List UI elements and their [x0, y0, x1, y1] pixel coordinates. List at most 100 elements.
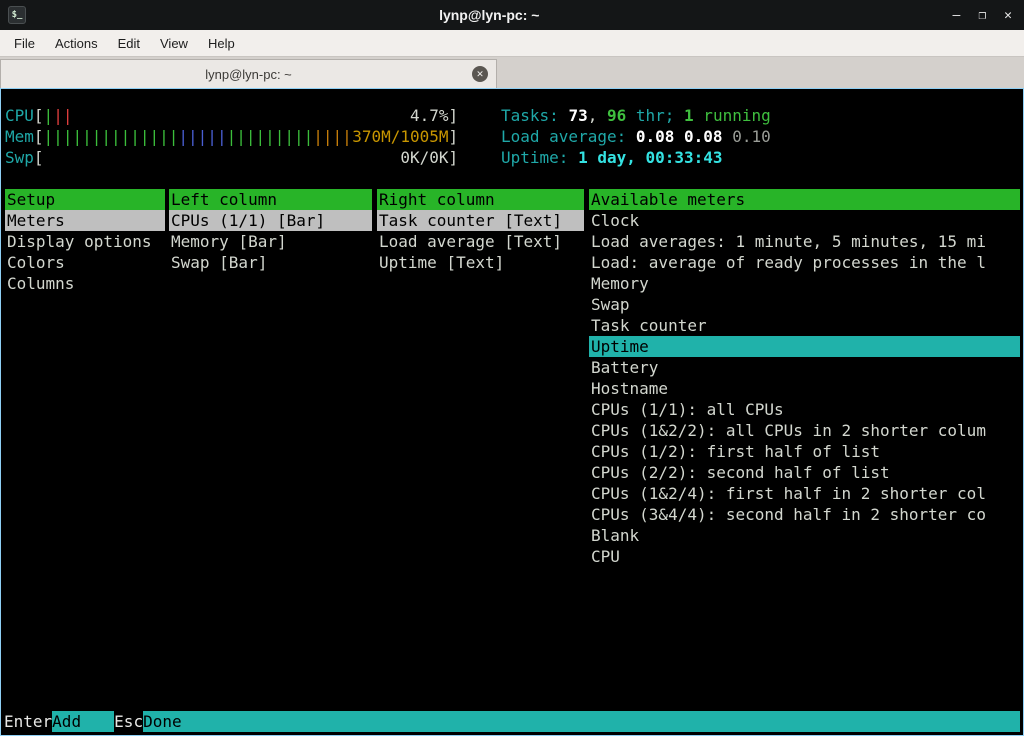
- menu-file[interactable]: File: [4, 32, 45, 55]
- swap-meter-label: Swp: [5, 147, 34, 168]
- swap-meter-open-bracket: [: [34, 147, 44, 168]
- cpu-bar-red-segment: ||: [53, 106, 72, 125]
- threads-label: thr;: [626, 106, 684, 125]
- swap-meter-value: 0K/0K: [400, 147, 448, 168]
- load-average-label: Load average:: [501, 127, 636, 146]
- available-meter-cpus-1-2[interactable]: CPUs (1/2): first half of list: [589, 441, 1020, 462]
- threads-count: 96: [607, 106, 626, 125]
- available-meter-cpus-3and4-4[interactable]: CPUs (3&4/4): second half in 2 shorter c…: [589, 504, 1020, 525]
- mem-bar-green-segment-2: |||||||||: [227, 127, 314, 146]
- setup-category-display-options[interactable]: Display options: [5, 231, 165, 252]
- cpu-meter: CPU[|||4.7%]: [5, 105, 458, 126]
- tab-bar: lynp@lyn-pc: ~ ✕: [0, 57, 1024, 88]
- tab-terminal[interactable]: lynp@lyn-pc: ~ ✕: [0, 59, 497, 88]
- window-controls: – ❐ ✕: [953, 8, 1016, 23]
- maximize-button[interactable]: ❐: [978, 8, 986, 23]
- left-column-header: Left column: [169, 189, 372, 210]
- setup-category-columns[interactable]: Columns: [5, 273, 165, 294]
- right-column-item-load-average[interactable]: Load average [Text]: [377, 231, 584, 252]
- close-x-glyph: ✕: [476, 69, 484, 80]
- available-meter-swap[interactable]: Swap: [589, 294, 1020, 315]
- available-meter-clock[interactable]: Clock: [589, 210, 1020, 231]
- cpu-meter-label: CPU: [5, 105, 34, 126]
- available-meter-cpu[interactable]: CPU: [589, 546, 1020, 567]
- function-bar: Enter Add Esc Done: [4, 711, 1020, 732]
- esc-key-label[interactable]: Esc: [114, 711, 143, 732]
- htop-header-meters: CPU[|||4.7%] Mem[|||||||||||||||||||||||…: [5, 105, 458, 168]
- available-meter-load-averages[interactable]: Load averages: 1 minute, 5 minutes, 15 m…: [589, 231, 1020, 252]
- available-meter-memory[interactable]: Memory: [589, 273, 1020, 294]
- available-meter-battery[interactable]: Battery: [589, 357, 1020, 378]
- load-1min: 0.08: [636, 127, 684, 146]
- right-column-item-task-counter[interactable]: Task counter [Text]: [377, 210, 584, 231]
- cpu-meter-close-bracket: ]: [449, 105, 459, 126]
- swap-meter-close-bracket: ]: [449, 147, 459, 168]
- mem-bar-blue-segment: |||||: [178, 127, 226, 146]
- menu-edit[interactable]: Edit: [108, 32, 150, 55]
- available-meter-cpus-1and2-4[interactable]: CPUs (1&2/4): first half in 2 shorter co…: [589, 483, 1020, 504]
- tasks-separator: ,: [588, 106, 607, 125]
- left-column-panel: Left column CPUs (1/1) [Bar] Memory [Bar…: [169, 189, 372, 273]
- swap-meter: Swp[0K/0K]: [5, 147, 458, 168]
- mem-bar-green-segment-1: ||||||||||||||: [44, 127, 179, 146]
- available-meters-header: Available meters: [589, 189, 1020, 210]
- available-meter-load[interactable]: Load: average of ready processes in the …: [589, 252, 1020, 273]
- right-column-panel: Right column Task counter [Text] Load av…: [377, 189, 584, 273]
- menu-actions[interactable]: Actions: [45, 32, 108, 55]
- load-5min: 0.08: [684, 127, 732, 146]
- enter-key-label[interactable]: Enter: [4, 711, 52, 732]
- menu-help[interactable]: Help: [198, 32, 245, 55]
- mem-meter-value: 370M/1005M: [352, 126, 448, 147]
- running-label: running: [694, 106, 771, 125]
- right-column-item-uptime[interactable]: Uptime [Text]: [377, 252, 584, 273]
- terminal-app-icon: $_: [8, 6, 26, 24]
- mem-meter-close-bracket: ]: [449, 126, 459, 147]
- cpu-meter-value: 4.7%: [410, 105, 449, 126]
- uptime-value: 1 day, 00:33:43: [578, 148, 723, 167]
- left-column-item-memory[interactable]: Memory [Bar]: [169, 231, 372, 252]
- uptime-label: Uptime:: [501, 148, 578, 167]
- htop-header-stats: Tasks: 73, 96 thr; 1 running Load averag…: [501, 105, 771, 168]
- available-meters-panel: Available meters Clock Load averages: 1 …: [589, 189, 1020, 567]
- available-meter-cpus-1and2-2[interactable]: CPUs (1&2/2): all CPUs in 2 shorter colu…: [589, 420, 1020, 441]
- load-15min: 0.10: [732, 127, 771, 146]
- menubar: File Actions Edit View Help: [0, 30, 1024, 57]
- mem-meter: Mem[||||||||||||||||||||||||||||||||370M…: [5, 126, 458, 147]
- htop-setup-screen: Setup Meters Display options Colors Colu…: [1, 189, 1023, 705]
- titlebar[interactable]: $_ lynp@lyn-pc: ~ – ❐ ✕: [0, 0, 1024, 30]
- available-meter-blank[interactable]: Blank: [589, 525, 1020, 546]
- terminal-app-icon-glyph: $_: [12, 10, 23, 20]
- done-action-button[interactable]: Done: [143, 711, 1020, 732]
- right-column-header: Right column: [377, 189, 584, 210]
- setup-category-colors[interactable]: Colors: [5, 252, 165, 273]
- mem-bar-orange-segment: ||||: [313, 127, 352, 146]
- cpu-meter-open-bracket: [: [34, 105, 44, 126]
- tab-close-icon[interactable]: ✕: [472, 66, 488, 82]
- cpu-bar-green-segment: |: [44, 106, 54, 125]
- minimize-button[interactable]: –: [953, 8, 961, 23]
- available-meter-cpus-1-1[interactable]: CPUs (1/1): all CPUs: [589, 399, 1020, 420]
- available-meter-cpus-2-2[interactable]: CPUs (2/2): second half of list: [589, 462, 1020, 483]
- swap-meter-bar: 0K/0K: [44, 147, 449, 168]
- close-button[interactable]: ✕: [1004, 8, 1012, 23]
- mem-meter-label: Mem: [5, 126, 34, 147]
- menu-view[interactable]: View: [150, 32, 198, 55]
- tasks-line: Tasks: 73, 96 thr; 1 running: [501, 105, 771, 126]
- window-title: lynp@lyn-pc: ~: [26, 7, 953, 23]
- setup-categories-panel: Setup Meters Display options Colors Colu…: [5, 189, 165, 294]
- terminal-screen[interactable]: CPU[|||4.7%] Mem[|||||||||||||||||||||||…: [0, 88, 1024, 736]
- running-count: 1: [684, 106, 694, 125]
- add-action-button[interactable]: Add: [52, 711, 114, 732]
- tasks-label: Tasks:: [501, 106, 568, 125]
- available-meter-hostname[interactable]: Hostname: [589, 378, 1020, 399]
- left-column-item-cpus[interactable]: CPUs (1/1) [Bar]: [169, 210, 372, 231]
- tab-label: lynp@lyn-pc: ~: [205, 67, 292, 82]
- uptime-line: Uptime: 1 day, 00:33:43: [501, 147, 771, 168]
- cpu-meter-bar: ||| 4.7%: [44, 105, 449, 126]
- left-column-item-swap[interactable]: Swap [Bar]: [169, 252, 372, 273]
- mem-meter-open-bracket: [: [34, 126, 44, 147]
- available-meter-task-counter[interactable]: Task counter: [589, 315, 1020, 336]
- available-meter-uptime[interactable]: Uptime: [589, 336, 1020, 357]
- setup-category-meters[interactable]: Meters: [5, 210, 165, 231]
- setup-panel-header: Setup: [5, 189, 165, 210]
